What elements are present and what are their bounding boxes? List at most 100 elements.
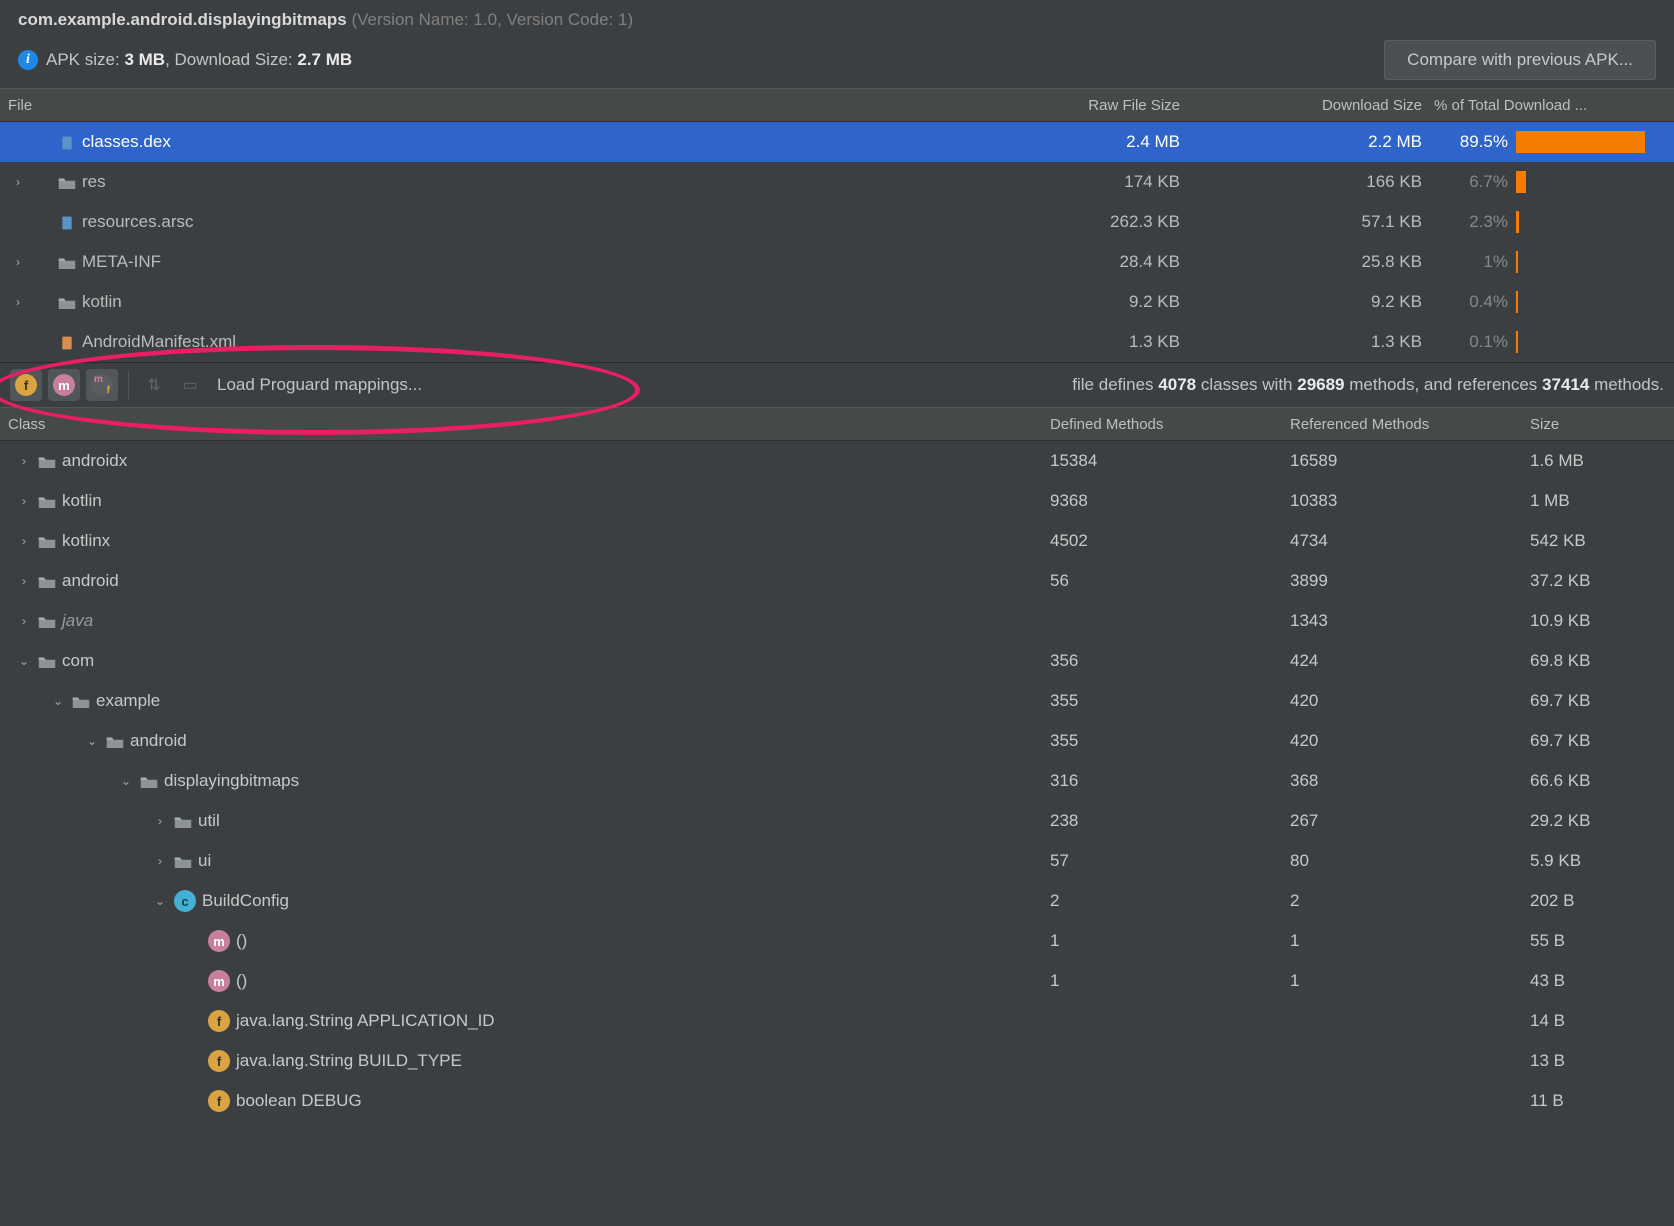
show-all-button[interactable] [86, 369, 118, 401]
col-file[interactable]: File [0, 97, 960, 114]
expand-chevron-icon[interactable]: › [16, 494, 32, 508]
col-referenced-methods[interactable]: Referenced Methods [1290, 416, 1530, 433]
expand-chevron-icon[interactable]: › [10, 175, 26, 189]
show-methods-button[interactable]: m [48, 369, 80, 401]
file-row[interactable]: ›kotlin9.2 KB9.2 KB0.4% [0, 282, 1674, 322]
class-size: 37.2 KB [1530, 571, 1674, 591]
file-raw-size: 174 KB [960, 172, 1200, 192]
class-row[interactable]: fjava.lang.String BUILD_TYPE13 B [0, 1041, 1674, 1081]
file-pct: 89.5% [1430, 132, 1516, 152]
expand-chevron-icon[interactable]: › [152, 814, 168, 828]
file-name: resources.arsc [82, 212, 193, 232]
file-bar [1516, 131, 1674, 153]
package-icon [174, 814, 192, 828]
compare-apk-button[interactable]: Compare with previous APK... [1384, 40, 1656, 80]
expand-chevron-icon[interactable]: › [152, 854, 168, 868]
class-row[interactable]: ›ui57805.9 KB [0, 841, 1674, 881]
col-defined-methods[interactable]: Defined Methods [1050, 416, 1290, 433]
folder-icon [58, 255, 76, 269]
class-row[interactable]: ›java134310.9 KB [0, 601, 1674, 641]
expand-chevron-icon[interactable]: ⌄ [118, 774, 134, 788]
expand-chevron-icon[interactable]: ⌄ [16, 654, 32, 668]
expand-chevron-icon[interactable]: ⌄ [84, 734, 100, 748]
defined-methods: 2 [1050, 891, 1290, 911]
file-table-header: File Raw File Size Download Size % of To… [0, 88, 1674, 122]
col-download-size[interactable]: Download Size [1200, 97, 1430, 114]
class-size: 69.8 KB [1530, 651, 1674, 671]
expand-chevron-icon[interactable]: › [16, 454, 32, 468]
defined-methods: 238 [1050, 811, 1290, 831]
toolbar-separator [128, 371, 129, 399]
package-icon [72, 694, 90, 708]
referenced-methods: 80 [1290, 851, 1530, 871]
expand-chevron-icon[interactable]: ⌄ [50, 694, 66, 708]
class-size: 43 B [1530, 971, 1674, 991]
referenced-methods: 10383 [1290, 491, 1530, 511]
class-size: 13 B [1530, 1051, 1674, 1071]
class-size: 1.6 MB [1530, 451, 1674, 471]
file-row[interactable]: AndroidManifest.xml1.3 KB1.3 KB0.1% [0, 322, 1674, 362]
col-size[interactable]: Size [1530, 416, 1674, 433]
file-pct: 6.7% [1430, 172, 1516, 192]
class-row[interactable]: ⌄cBuildConfig22202 B [0, 881, 1674, 921]
deobfuscate-icon: ▭ [175, 370, 205, 400]
expand-chevron-icon[interactable]: › [10, 295, 26, 309]
class-row[interactable]: m()1143 B [0, 961, 1674, 1001]
class-name: boolean DEBUG [236, 1091, 362, 1111]
class-row[interactable]: ›util23826729.2 KB [0, 801, 1674, 841]
expand-chevron-icon[interactable]: › [16, 574, 32, 588]
class-row[interactable]: ›android56389937.2 KB [0, 561, 1674, 601]
expand-chevron-icon[interactable]: ⌄ [152, 894, 168, 908]
field-icon: f [208, 1010, 230, 1032]
file-download-size: 9.2 KB [1200, 292, 1430, 312]
referenced-methods: 16589 [1290, 451, 1530, 471]
class-row[interactable]: ⌄android35542069.7 KB [0, 721, 1674, 761]
file-raw-size: 2.4 MB [960, 132, 1200, 152]
file-bar [1516, 251, 1674, 273]
class-row[interactable]: ⌄example35542069.7 KB [0, 681, 1674, 721]
class-row[interactable]: fjava.lang.String APPLICATION_ID14 B [0, 1001, 1674, 1041]
col-class[interactable]: Class [0, 416, 1050, 433]
class-size: 10.9 KB [1530, 611, 1674, 631]
load-proguard-button[interactable]: Load Proguard mappings... [217, 375, 422, 395]
file-download-size: 57.1 KB [1200, 212, 1430, 232]
show-fields-button[interactable]: f [10, 369, 42, 401]
referenced-methods: 424 [1290, 651, 1530, 671]
class-row[interactable]: ›kotlin9368103831 MB [0, 481, 1674, 521]
expand-chevron-icon[interactable]: › [16, 534, 32, 548]
referenced-methods: 4734 [1290, 531, 1530, 551]
class-row[interactable]: fboolean DEBUG11 B [0, 1081, 1674, 1121]
file-row[interactable]: resources.arsc262.3 KB57.1 KB2.3% [0, 202, 1674, 242]
class-name: androidx [62, 451, 127, 471]
referenced-methods: 1 [1290, 971, 1530, 991]
expand-chevron-icon[interactable]: › [10, 255, 26, 269]
file-download-size: 1.3 KB [1200, 332, 1430, 352]
file-row[interactable]: ›META-INF28.4 KB25.8 KB1% [0, 242, 1674, 282]
class-row[interactable]: ›kotlinx45024734542 KB [0, 521, 1674, 561]
referenced-methods: 1343 [1290, 611, 1530, 631]
referenced-methods: 1 [1290, 931, 1530, 951]
method-icon: m [208, 970, 230, 992]
class-row[interactable]: m()1155 B [0, 921, 1674, 961]
file-rows: classes.dex2.4 MB2.2 MB89.5%›res174 KB16… [0, 122, 1674, 362]
class-size: 29.2 KB [1530, 811, 1674, 831]
class-row[interactable]: ⌄com35642469.8 KB [0, 641, 1674, 681]
field-icon: f [208, 1090, 230, 1112]
class-name: () [236, 971, 247, 991]
folder-icon [58, 175, 76, 189]
class-size: 69.7 KB [1530, 731, 1674, 751]
class-name: java.lang.String BUILD_TYPE [236, 1051, 462, 1071]
col-raw-size[interactable]: Raw File Size [960, 97, 1200, 114]
class-size: 69.7 KB [1530, 691, 1674, 711]
file-row[interactable]: classes.dex2.4 MB2.2 MB89.5% [0, 122, 1674, 162]
package-line: com.example.android.displayingbitmaps (V… [18, 10, 1656, 30]
xml-file-icon [58, 335, 76, 349]
size-summary: APK size: 3 MB, Download Size: 2.7 MB [46, 50, 352, 70]
defined-methods: 4502 [1050, 531, 1290, 551]
class-row[interactable]: ⌄displayingbitmaps31636866.6 KB [0, 761, 1674, 801]
class-size: 66.6 KB [1530, 771, 1674, 791]
class-row[interactable]: ›androidx15384165891.6 MB [0, 441, 1674, 481]
col-pct-download[interactable]: % of Total Download ... [1430, 97, 1674, 114]
expand-chevron-icon[interactable]: › [16, 614, 32, 628]
file-row[interactable]: ›res174 KB166 KB6.7% [0, 162, 1674, 202]
